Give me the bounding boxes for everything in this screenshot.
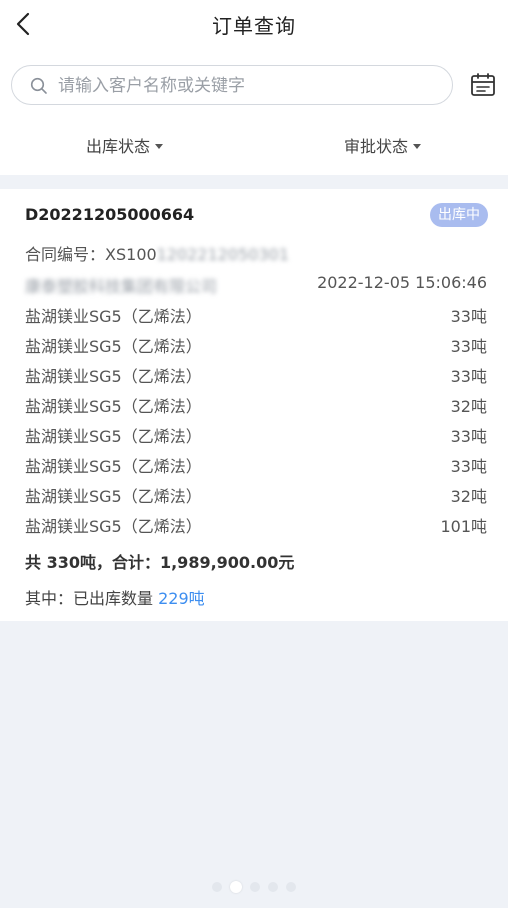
item-qty: 33吨 [450,307,487,326]
search-input[interactable] [56,66,440,106]
contract-row: 合同编号：XS1001202212050301 [25,241,487,265]
item-name: 盐湖镁业SG5（乙烯法） [25,307,202,326]
page-dot[interactable] [286,882,296,892]
customer-row: 康泰塑胶科技集团有限公司 2022-12-05 15:06:46 [25,273,487,297]
search-box[interactable] [11,65,453,106]
header: 订单查询 [0,0,508,48]
page-indicator [0,881,508,893]
approval-status-filter[interactable]: 审批状态 [344,133,422,157]
item-qty: 33吨 [450,427,487,446]
order-card[interactable]: D20221205000664 出库中 合同编号：XS1001202212050… [0,189,508,621]
shipped-quantity-row: 其中：已出库数量 229吨 [25,585,205,609]
stock-status-label: 出库状态 [86,137,151,156]
page-dot-active[interactable] [230,881,242,893]
list-item: 盐湖镁业SG5（乙烯法） 32吨 [25,483,487,507]
customer-name-blurred: 康泰塑胶科技集团有限公司 [25,277,218,296]
order-datetime: 2022-12-05 15:06:46 [317,273,487,292]
contract-number-blurred: 1202212050301 [156,245,290,264]
list-item: 盐湖镁业SG5（乙烯法） 33吨 [25,363,487,387]
page-title: 订单查询 [212,14,296,38]
list-item: 盐湖镁业SG5（乙烯法） 33吨 [25,423,487,447]
list-item: 盐湖镁业SG5（乙烯法） 101吨 [25,513,487,537]
contract-number: XS100 [105,245,157,264]
item-qty: 33吨 [450,367,487,386]
page-dot[interactable] [268,882,278,892]
contract-label: 合同编号： [25,245,106,264]
item-qty: 101吨 [440,517,487,536]
stock-status-filter[interactable]: 出库状态 [86,133,164,157]
item-name: 盐湖镁业SG5（乙烯法） [25,457,202,476]
list-item: 盐湖镁业SG5（乙烯法） 33吨 [25,333,487,357]
item-qty: 32吨 [450,397,487,416]
list-item: 盐湖镁业SG5（乙烯法） 32吨 [25,393,487,417]
caret-down-icon [413,143,422,149]
page-dot[interactable] [250,882,260,892]
order-number: D20221205000664 [25,205,195,224]
shipped-label: 其中：已出库数量 [25,589,159,608]
calendar-icon[interactable] [470,73,496,97]
page-dot[interactable] [212,882,222,892]
list-item: 盐湖镁业SG5（乙烯法） 33吨 [25,453,487,477]
item-qty: 32吨 [450,487,487,506]
approval-status-label: 审批状态 [344,137,409,156]
item-name: 盐湖镁业SG5（乙烯法） [25,487,202,506]
search-icon [30,77,47,94]
item-name: 盐湖镁业SG5（乙烯法） [25,397,202,416]
item-name: 盐湖镁业SG5（乙烯法） [25,367,202,386]
item-qty: 33吨 [450,457,487,476]
item-qty: 33吨 [450,337,487,356]
item-name: 盐湖镁业SG5（乙烯法） [25,427,202,446]
item-name: 盐湖镁业SG5（乙烯法） [25,337,202,356]
status-badge: 出库中 [430,203,488,227]
shipped-quantity: 229吨 [158,589,205,608]
order-summary: 共 330吨，合计：1,989,900.00元 [25,553,295,572]
list-item: 盐湖镁业SG5（乙烯法） 33吨 [25,303,487,327]
item-name: 盐湖镁业SG5（乙烯法） [25,517,202,536]
caret-down-icon [155,143,164,149]
